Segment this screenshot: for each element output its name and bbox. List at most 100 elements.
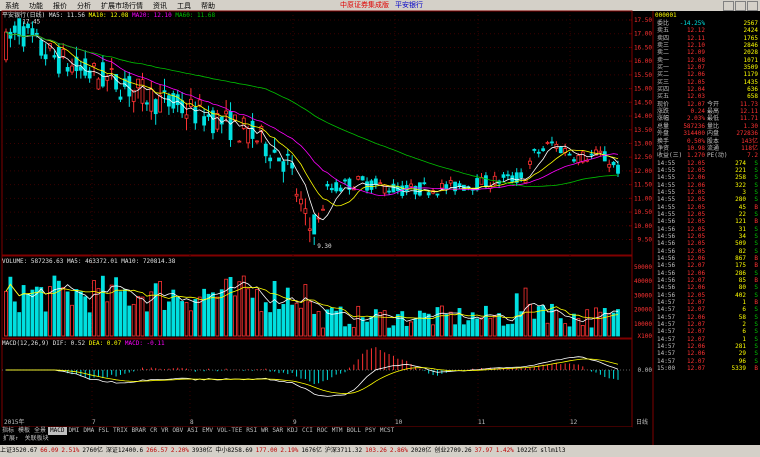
tick-row: 14:55 12.06 322 S [657,181,758,189]
candle-body [109,68,114,70]
kline-chart[interactable]: 17.50 17.00 16.50 16.00 15.50 15.00 14.50 14.00… [0,0,655,445]
volume-bar [272,281,277,337]
candle-body [202,116,207,126]
volume-bar [61,287,66,337]
indicator-tab[interactable]: RSI [244,427,259,435]
volume-bar [532,318,537,337]
indicator-tab[interactable]: 全景 [32,427,48,435]
candle-body [312,214,317,235]
status-item: 创业2709.26 [434,447,472,454]
candle-body [519,172,524,178]
volume-bar [351,327,356,337]
time-axis-label: 7 [92,419,96,426]
volume-bar [497,313,502,337]
indicator-tab[interactable]: OBV [170,427,185,435]
indicator-tab[interactable]: BRAR [129,427,147,435]
high-label: 17.45 [22,18,40,25]
volume-bar [255,289,259,337]
candle-body [602,151,607,162]
legend-ma10: MA10: 12.08 [88,12,129,19]
volume-bar [26,293,30,337]
indicator-tab[interactable]: EMV [200,427,215,435]
status-item: 2.19% [280,447,299,454]
status-item: 1676亿 [301,447,322,454]
price-axis-label: 16.00 [634,58,652,65]
volume-axis-label: 30000 [634,292,652,299]
stat-row: 收益(三) 1.270 PE(动) 7.2 [657,152,758,160]
ma10-line [5,31,619,207]
indicator-tab[interactable]: 模板 [16,427,32,435]
volume-bar [281,304,286,337]
indicator-tab[interactable]: ROC [315,427,330,435]
volume-bar [365,321,369,337]
volume-bar [602,308,607,337]
status-item: 37.97 [474,447,493,454]
volume-bar [514,293,519,337]
sub-tab[interactable]: 扩展↑ [0,435,22,443]
indicator-tabs: 指标 模板 全景 MACD DMI DMA FSL TRIX BRAR CR VR OBV ASI EMV… [0,427,632,435]
buy-row: 买一 12.07 3509 [657,64,758,72]
indicator-tab[interactable]: CCI [300,427,315,435]
time-axis-label: 8 [190,419,194,426]
sell-row: 卖二 12.09 2028 [657,49,758,57]
tick-row: 14:56 12.05 34 S [657,232,758,240]
indicator-tab[interactable]: BOLL [345,427,363,435]
tick-row: 14:56 12.05 121 B [657,218,758,226]
volume-bar [74,289,79,337]
indicator-tab[interactable]: VR [159,427,170,435]
indicator-tab[interactable]: 指标 [0,427,16,435]
sub-tab[interactable]: 关联板块 [22,435,52,443]
volume-bar [211,292,215,337]
tick-row: 14:57 12.07 96 S [657,357,758,365]
tick-row: 14:56 12.06 286 S [657,269,758,277]
candle-body [378,182,383,185]
volume-bar [567,326,572,337]
candle-body [100,62,105,87]
indicator-tab[interactable]: DMI [67,427,82,435]
indicator-tab[interactable]: MTM [330,427,345,435]
status-item: 3930亿 [191,447,213,454]
indicator-tab[interactable]: PSY [363,427,378,435]
indicator-tab[interactable]: DMA [81,427,96,435]
wei-ratio-row: 委比 -14.25% 2567 [657,20,758,27]
indicator-tab[interactable]: SAR [270,427,285,435]
indicator-tab[interactable]: KDJ [285,427,300,435]
candle-body [4,31,8,61]
volume-bar [105,301,110,337]
ma5-line [5,31,619,221]
volume-bar [277,308,281,337]
indicator-tab[interactable]: MCST [378,427,396,435]
indicator-tab[interactable]: WR [259,427,270,435]
volume-bar [572,313,576,337]
time-axis-label: 12 [570,419,578,426]
indicator-tab[interactable]: FSL [96,427,111,435]
volume-bar [228,276,233,337]
indicator-tab[interactable]: TRIX [111,427,129,435]
candle-body [83,58,88,76]
candle-body [567,153,572,156]
indicator-tab[interactable]: ASI [185,427,200,435]
volume-bar [197,296,202,337]
stat-row: 换手 0.50% 股本 143亿 [657,137,758,145]
candle-body [506,174,510,177]
candle-body [12,25,17,33]
close-icon[interactable] [747,1,758,11]
maximize-icon[interactable] [735,1,746,11]
volume-bar [17,312,22,337]
indicator-tab[interactable]: CR [148,427,159,435]
candle-body [391,183,396,193]
buy-row: 买二 12.06 1179 [657,71,758,79]
volume-bar [224,278,229,337]
price-axis-label: 14.00 [634,113,652,120]
volume-bar [65,291,70,337]
tick-row: 14:56 12.05 509 S [657,240,758,248]
status-bar: 上证3520.67 66.09 2.51% 2760亿 深证12400.6 266.57 2… [0,445,760,457]
volume-bar [118,291,123,337]
minimize-icon[interactable] [723,1,734,11]
volume-bar [484,305,488,337]
candle-body [272,149,277,153]
candle-body [140,79,145,104]
volume-bar [347,323,352,337]
indicator-tab[interactable]: MACD [48,427,67,435]
indicator-tab[interactable]: VOL-TEE [215,427,244,435]
